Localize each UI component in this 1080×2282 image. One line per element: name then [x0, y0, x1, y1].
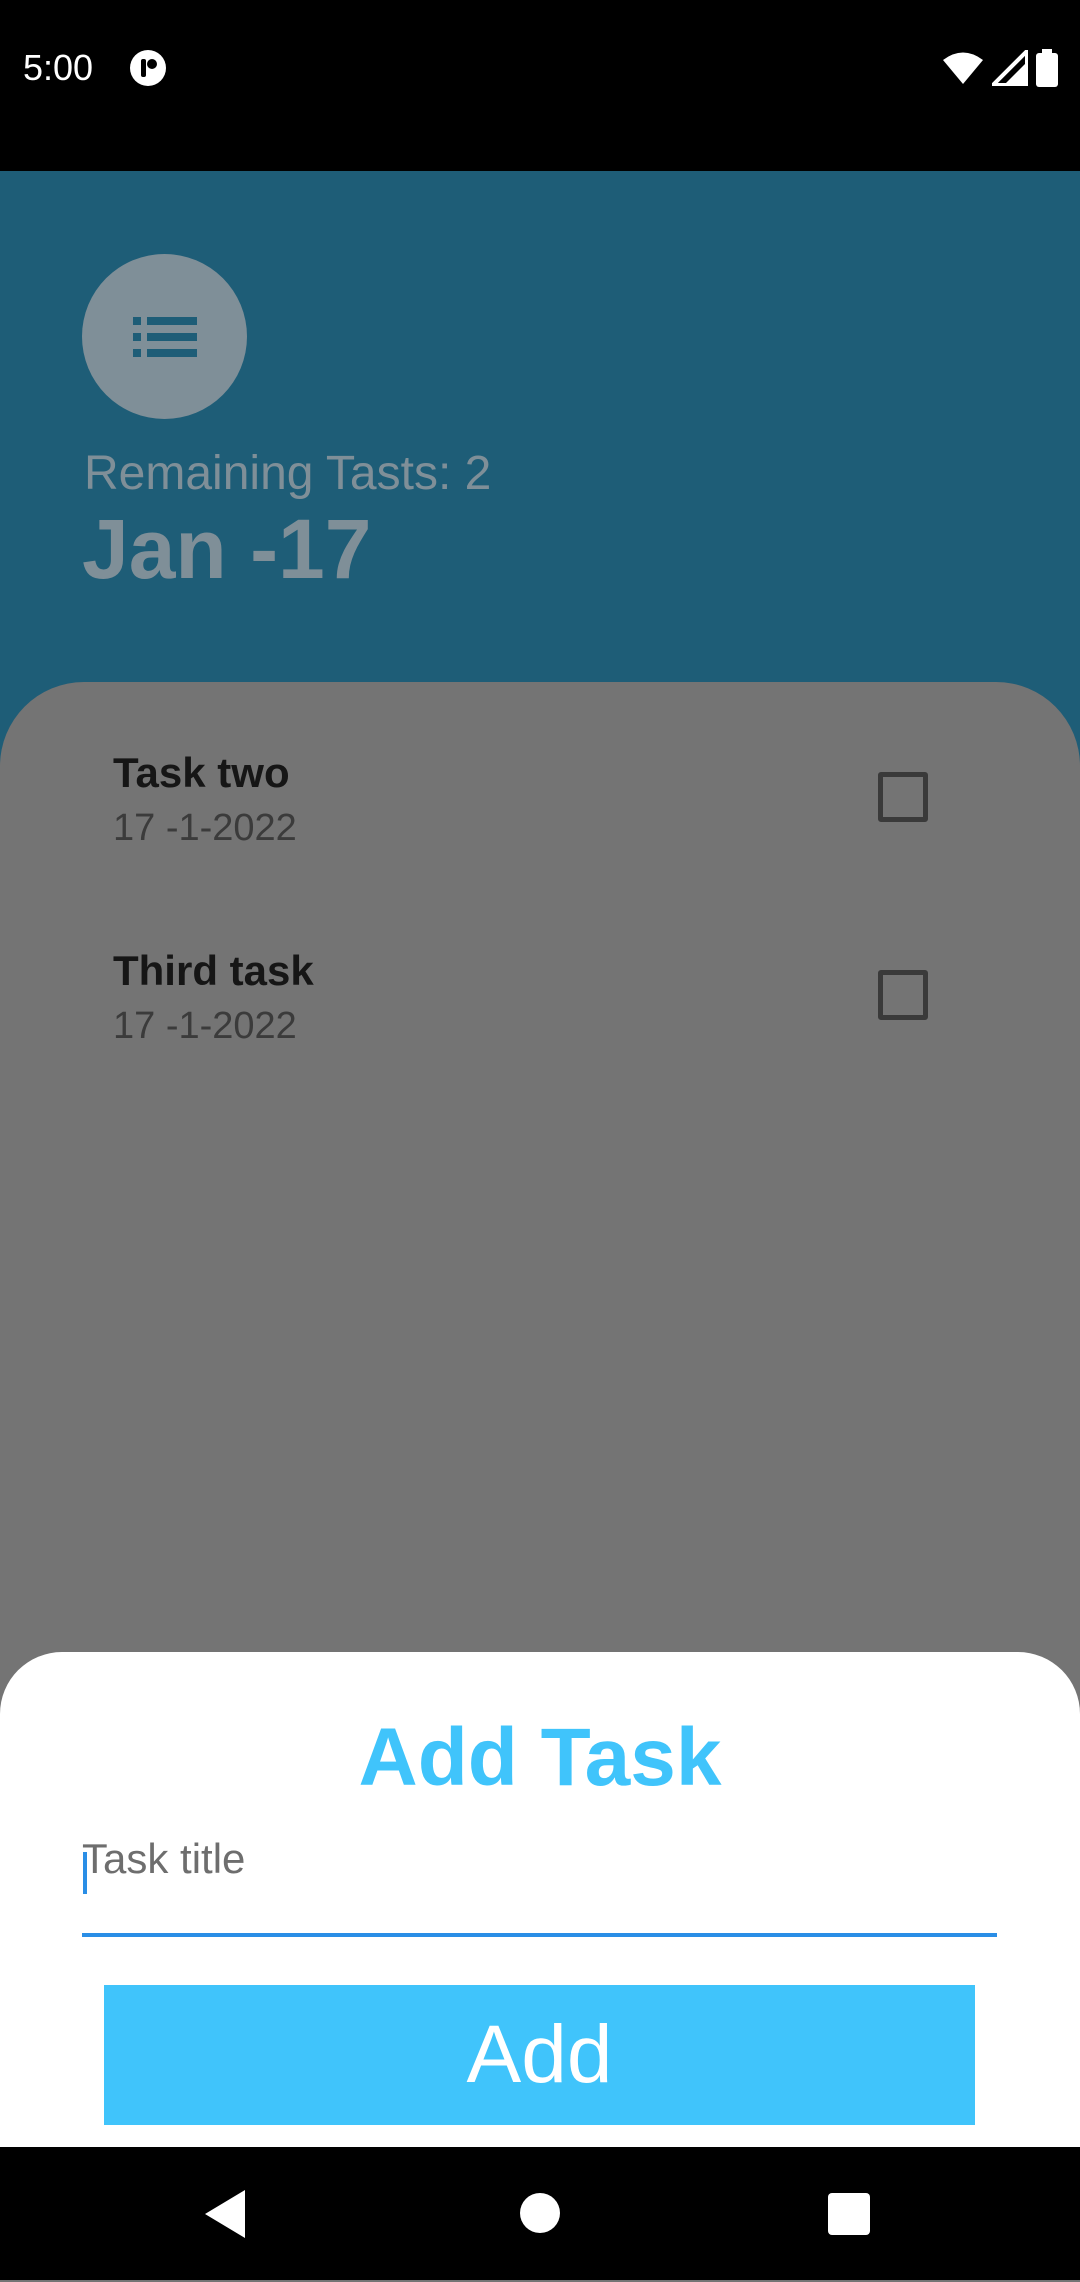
back-icon[interactable]	[205, 2190, 245, 2238]
status-bar: 5:00	[0, 0, 1080, 171]
add-task-sheet: Add Task Add	[0, 1652, 1080, 2147]
date-title: Jan -17	[82, 502, 372, 596]
task-title-input[interactable]	[82, 1824, 997, 1894]
task-checkbox[interactable]	[878, 970, 928, 1020]
list-item[interactable]: Third task 17 -1-2022	[113, 945, 943, 1085]
recents-icon[interactable]	[828, 2193, 870, 2235]
task-title: Task two	[113, 749, 290, 796]
header: Remaining Tasts: 2 Jan -17	[0, 171, 1080, 771]
list-icon	[132, 316, 197, 357]
sheet-title: Add Task	[358, 1712, 722, 1803]
add-button[interactable]: Add	[104, 1985, 975, 2125]
wifi-icon	[943, 52, 983, 84]
battery-icon	[1036, 49, 1058, 87]
status-icons	[942, 48, 1058, 88]
task-date: 17 -1-2022	[113, 807, 297, 849]
header-avatar	[82, 254, 247, 419]
notification-app-icon	[130, 50, 166, 86]
home-icon[interactable]	[520, 2193, 560, 2233]
task-checkbox[interactable]	[878, 772, 928, 822]
signal-icon	[992, 50, 1028, 86]
task-title: Third task	[113, 947, 314, 994]
input-underline	[82, 1933, 997, 1937]
status-time: 5:00	[23, 47, 94, 88]
task-date: 17 -1-2022	[113, 1005, 297, 1047]
remaining-tasks-text: Remaining Tasts: 2	[84, 447, 492, 500]
navigation-bar	[0, 2147, 1080, 2280]
text-cursor	[83, 1852, 87, 1894]
list-item[interactable]: Task two 17 -1-2022	[113, 747, 943, 887]
